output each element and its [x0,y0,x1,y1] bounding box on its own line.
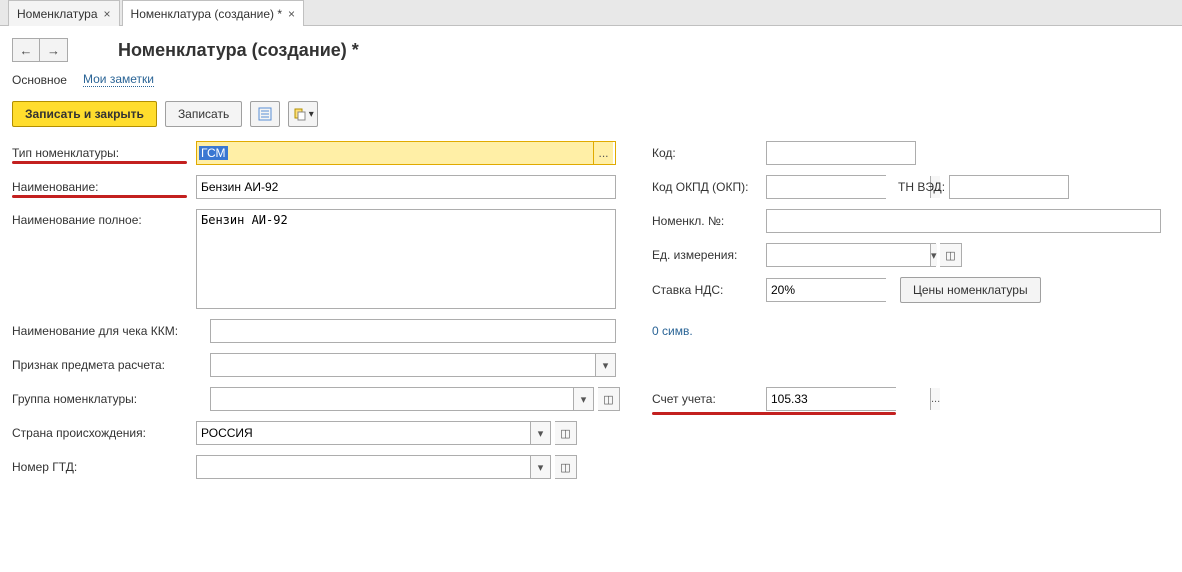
origin-input-field[interactable] [197,422,530,444]
label-unit: Ед. измерения: [652,248,762,262]
label-group: Группа номенклатуры: [12,392,206,406]
label-calc-subject: Признак предмета расчета: [12,358,206,372]
gtd-input[interactable]: ▾ [196,455,551,479]
subnav-notes[interactable]: Мои заметки [83,72,154,87]
tab-nomenclature-create[interactable]: Номенклатура (создание) * × [122,0,304,26]
tnved-input[interactable] [949,175,1069,199]
label-nomenkl-no: Номенкл. №: [652,214,762,228]
write-button[interactable]: Записать [165,101,242,127]
group-chevron-button[interactable]: ▾ [573,388,593,410]
origin-chevron-button[interactable]: ▾ [530,422,550,444]
row-name: Наименование: [12,175,652,199]
toolbar: Записать и закрыть Записать ▾ [0,101,1182,141]
row-nomenkl-no: Номенкл. №: [652,209,1170,233]
label-gtd: Номер ГТД: [12,460,192,474]
type-input-value: ГСМ [199,146,228,160]
close-icon[interactable]: × [288,7,295,21]
list-view-button[interactable] [250,101,280,127]
type-lookup-button[interactable]: ... [593,142,613,164]
subnav: Основное Мои заметки [0,66,1182,101]
more-actions-button[interactable]: ▾ [288,101,318,127]
account-lookup-button[interactable]: ... [930,388,940,410]
nav-forward-button[interactable]: → [40,38,68,62]
row-gtd: Номер ГТД: ▾ ◫ [12,455,1170,479]
gtd-chevron-button[interactable]: ▾ [530,456,550,478]
right-stack: Номенкл. №: Ед. измерения: ▾ ◫ Ставка НД… [652,209,1170,309]
account-input[interactable]: ... [766,387,896,411]
label-vat: Ставка НДС: [652,283,762,297]
prices-button[interactable]: Цены номенклатуры [900,277,1041,303]
close-icon[interactable]: × [104,7,111,21]
kkm-input[interactable] [210,319,616,343]
group-input-field[interactable] [211,388,573,410]
label-origin: Страна происхождения: [12,426,192,440]
label-account: Счет учета: [652,392,762,406]
row-fullname: Наименование полное: [12,209,652,309]
tab-label: Номенклатура [17,7,98,21]
name-input[interactable] [196,175,616,199]
row-type: Тип номенклатуры: ГСМ ... [12,141,652,165]
unit-open-button[interactable]: ◫ [940,243,962,267]
row-kkm-count: 0 симв. [652,319,1170,343]
origin-open-button[interactable]: ◫ [555,421,577,445]
calc-subject-chevron-button[interactable]: ▾ [595,354,615,376]
fullname-input[interactable] [196,209,616,309]
tab-nomenclature[interactable]: Номенклатура × [8,0,120,26]
tabs-bar: Номенклатура × Номенклатура (создание) *… [0,0,1182,26]
label-type: Тип номенклатуры: [12,146,192,160]
okpd-input[interactable]: ... [766,175,886,199]
label-kkm: Наименование для чека ККМ: [12,324,206,338]
group-input[interactable]: ▾ [210,387,594,411]
calc-subject-input[interactable]: ▾ [210,353,616,377]
row-code: Код: [652,141,1170,165]
row-kkm: Наименование для чека ККМ: [12,319,652,343]
label-fullname: Наименование полное: [12,209,192,227]
unit-chevron-button[interactable]: ▾ [930,244,937,266]
kkm-char-count: 0 симв. [652,324,693,338]
page-title: Номенклатура (создание) * [118,40,359,61]
nav-back-button[interactable]: ← [12,38,40,62]
vat-input[interactable]: ▾ [766,278,886,302]
nomenkl-no-input[interactable] [766,209,1161,233]
row-group: Группа номенклатуры: ▾ ◫ [12,387,652,411]
row-unit: Ед. измерения: ▾ ◫ [652,243,1170,267]
label-code: Код: [652,146,762,160]
unit-input[interactable]: ▾ [766,243,936,267]
row-okpd-tnved: Код ОКПД (ОКП): ... ТН ВЭД: [652,175,1170,199]
code-input[interactable] [766,141,916,165]
row-origin: Страна происхождения: ▾ ◫ [12,421,1170,445]
chevron-down-icon: ▾ [309,109,314,120]
label-tnved: ТН ВЭД: [898,180,945,194]
subnav-main[interactable]: Основное [12,73,67,87]
group-open-button[interactable]: ◫ [598,387,620,411]
gtd-open-button[interactable]: ◫ [555,455,577,479]
type-input[interactable]: ГСМ ... [196,141,616,165]
origin-input[interactable]: ▾ [196,421,551,445]
header-row: ← → Номенклатура (создание) * [0,26,1182,66]
account-input-field[interactable] [767,388,930,410]
write-and-close-button[interactable]: Записать и закрыть [12,101,157,127]
tab-label: Номенклатура (создание) * [131,7,282,21]
label-name: Наименование: [12,180,192,194]
calc-subject-input-field[interactable] [211,354,595,376]
unit-input-field[interactable] [767,244,930,266]
copy-icon [293,107,307,121]
label-okpd: Код ОКПД (ОКП): [652,180,762,194]
list-icon [258,107,272,121]
row-vat: Ставка НДС: ▾ Цены номенклатуры [652,277,1170,303]
type-input-selection: ГСМ [197,142,593,164]
row-calc-subject: Признак предмета расчета: ▾ [12,353,1170,377]
row-account: Счет учета: ... [652,387,896,411]
gtd-input-field[interactable] [197,456,530,478]
form: Тип номенклатуры: ГСМ ... Код: Наименова… [0,141,1182,479]
